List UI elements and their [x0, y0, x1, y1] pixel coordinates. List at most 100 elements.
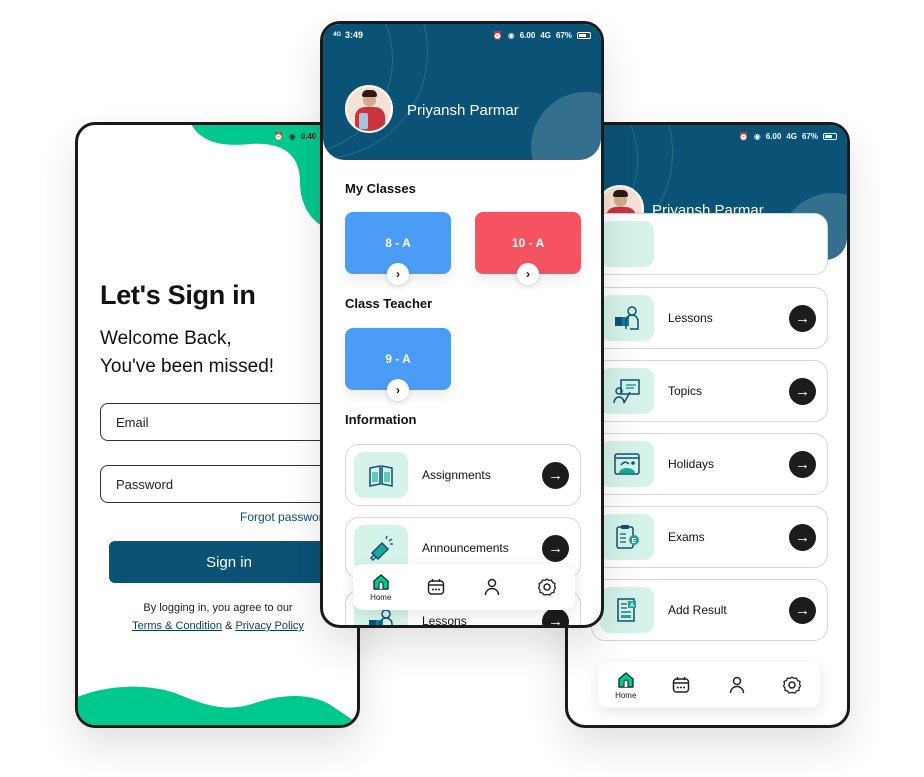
welcome-line-2: You've been missed! — [100, 356, 275, 377]
nav-home[interactable]: Home — [356, 572, 406, 602]
arrow-right-icon[interactable]: → — [542, 607, 569, 625]
battery-icon — [577, 31, 591, 39]
info-item-label: Lessons — [422, 614, 467, 628]
nav-calendar[interactable] — [656, 675, 706, 695]
arrow-right-icon[interactable]: → — [789, 450, 816, 478]
menu-item-label: Lessons — [668, 311, 713, 325]
info-item-label: Announcements — [422, 541, 509, 555]
nav-calendar[interactable] — [411, 577, 461, 597]
alarm-icon: ⏰ — [492, 30, 503, 40]
status-bar: ⏰ ◉ 0.40 4G 67% — [78, 125, 357, 147]
menu-item-lessons[interactable]: Lessons → — [591, 287, 828, 349]
network-type: 4G — [786, 131, 797, 141]
battery-icon — [823, 132, 837, 140]
network-type: 4G — [540, 30, 551, 40]
terms-link[interactable]: Terms & Condition — [132, 620, 222, 632]
information-title: Information — [345, 412, 417, 427]
menu-item-exams[interactable]: E Exams → — [591, 506, 828, 568]
result-document-icon: A — [617, 598, 636, 622]
menu-phone: 49 ⏰ ◉ 6.00 4G 67% Priyansh Parmar Lesso… — [565, 122, 850, 728]
page-title: Let's Sign in — [100, 280, 256, 310]
agree-label: By logging in, you agree to our — [143, 602, 293, 614]
class-label: 9 - A — [385, 352, 411, 366]
home-phone: 4G 3:49 ⏰ ◉ 6.00 4G 67% Priyansh Parmar … — [320, 21, 604, 628]
arrow-right-icon[interactable]: → — [542, 461, 569, 489]
welcome-text: Welcome Back, You've been missed! — [100, 325, 274, 381]
battery-percent: 67% — [801, 131, 818, 141]
settings-icon — [538, 578, 557, 596]
network-speed: 6.00 — [519, 30, 536, 40]
user-name: Priyansh Parmar — [407, 102, 519, 119]
chevron-right-icon[interactable]: › — [387, 263, 409, 285]
network-speed: 6.00 — [765, 131, 782, 141]
email-field[interactable]: Email — [100, 403, 350, 441]
menu-item-topics[interactable]: Topics → — [591, 360, 828, 422]
book-icon — [369, 465, 393, 487]
nav-settings[interactable] — [522, 577, 572, 597]
menu-item-holidays[interactable]: Holidays → — [591, 433, 828, 495]
arrow-right-icon[interactable]: → — [542, 534, 569, 562]
profile-header: 4G 3:49 ⏰ ◉ 6.00 4G 67% Priyansh Parmar — [323, 24, 601, 160]
welcome-line-1: Welcome Back, — [100, 328, 232, 349]
user-icon — [484, 578, 499, 596]
class-card-10a[interactable]: 10 - A › — [475, 212, 581, 285]
lesson-icon — [615, 306, 639, 330]
status-time: 3:49 — [345, 30, 364, 40]
alarm-icon: ⏰ — [273, 131, 284, 141]
presentation-icon — [613, 379, 640, 404]
class-card-9a[interactable]: 9 - A › — [345, 328, 451, 401]
class-label: 10 - A — [511, 236, 545, 250]
signal-icon: 4G — [333, 32, 342, 38]
chevron-right-icon[interactable]: › — [387, 379, 409, 401]
info-item-label: Assignments — [422, 468, 491, 482]
nav-home-label: Home — [615, 691, 637, 700]
network-speed: 0.40 — [300, 131, 317, 141]
calendar-icon — [673, 677, 690, 693]
clipboard-exam-icon: E — [616, 525, 639, 549]
svg-text:E: E — [632, 538, 637, 545]
megaphone-icon — [369, 535, 393, 562]
privacy-policy-link[interactable]: Privacy Policy — [235, 620, 303, 632]
decorative-wave-bottom — [78, 686, 357, 725]
holiday-calendar-icon — [614, 453, 640, 475]
alarm-icon: ⏰ — [738, 131, 749, 141]
home-icon — [618, 672, 634, 688]
status-bar: 49 ⏰ ◉ 6.00 4G 67% — [568, 125, 847, 147]
forgot-password-link[interactable]: Forgot password — [240, 510, 329, 524]
avatar[interactable] — [345, 85, 393, 133]
menu-item-add-result[interactable]: A Add Result → — [591, 579, 828, 641]
settings-icon — [783, 676, 802, 694]
nav-home-label: Home — [370, 593, 392, 602]
menu-item-label: Exams — [668, 530, 705, 544]
email-placeholder: Email — [116, 414, 149, 430]
info-item-assignments[interactable]: Assignments → — [345, 444, 581, 506]
battery-percent: 67% — [555, 30, 572, 40]
svg-text:A: A — [630, 603, 635, 609]
status-bar: 4G 3:49 ⏰ ◉ 6.00 4G 67% — [323, 24, 601, 46]
password-placeholder: Password — [116, 476, 174, 492]
class-card-8a[interactable]: 8 - A › — [345, 212, 451, 285]
nav-home[interactable]: Home — [601, 670, 651, 700]
list-item-hidden[interactable] — [591, 213, 828, 275]
calendar-icon — [428, 579, 445, 595]
menu-item-label: Topics — [668, 384, 703, 398]
wifi-icon: ◉ — [288, 131, 296, 141]
arrow-right-icon[interactable]: → — [789, 596, 816, 624]
nav-profile[interactable] — [467, 577, 517, 597]
menu-item-label: Holidays — [668, 457, 715, 471]
wifi-icon: ◉ — [753, 131, 761, 141]
arrow-right-icon[interactable]: → — [789, 523, 816, 551]
arrow-right-icon[interactable]: → — [789, 377, 816, 405]
class-teacher-title: Class Teacher — [345, 296, 433, 311]
class-label: 8 - A — [385, 236, 411, 250]
chevron-right-icon[interactable]: › — [517, 263, 539, 285]
and-text: & — [225, 620, 233, 632]
bottom-nav: Home — [598, 662, 820, 708]
nav-profile[interactable] — [712, 675, 762, 695]
arrow-right-icon[interactable]: → — [789, 304, 816, 332]
menu-item-label: Add Result — [668, 603, 727, 617]
password-field[interactable]: Password — [100, 465, 350, 503]
user-icon — [729, 676, 744, 694]
nav-settings[interactable] — [767, 675, 817, 695]
bottom-nav: Home — [353, 564, 575, 610]
